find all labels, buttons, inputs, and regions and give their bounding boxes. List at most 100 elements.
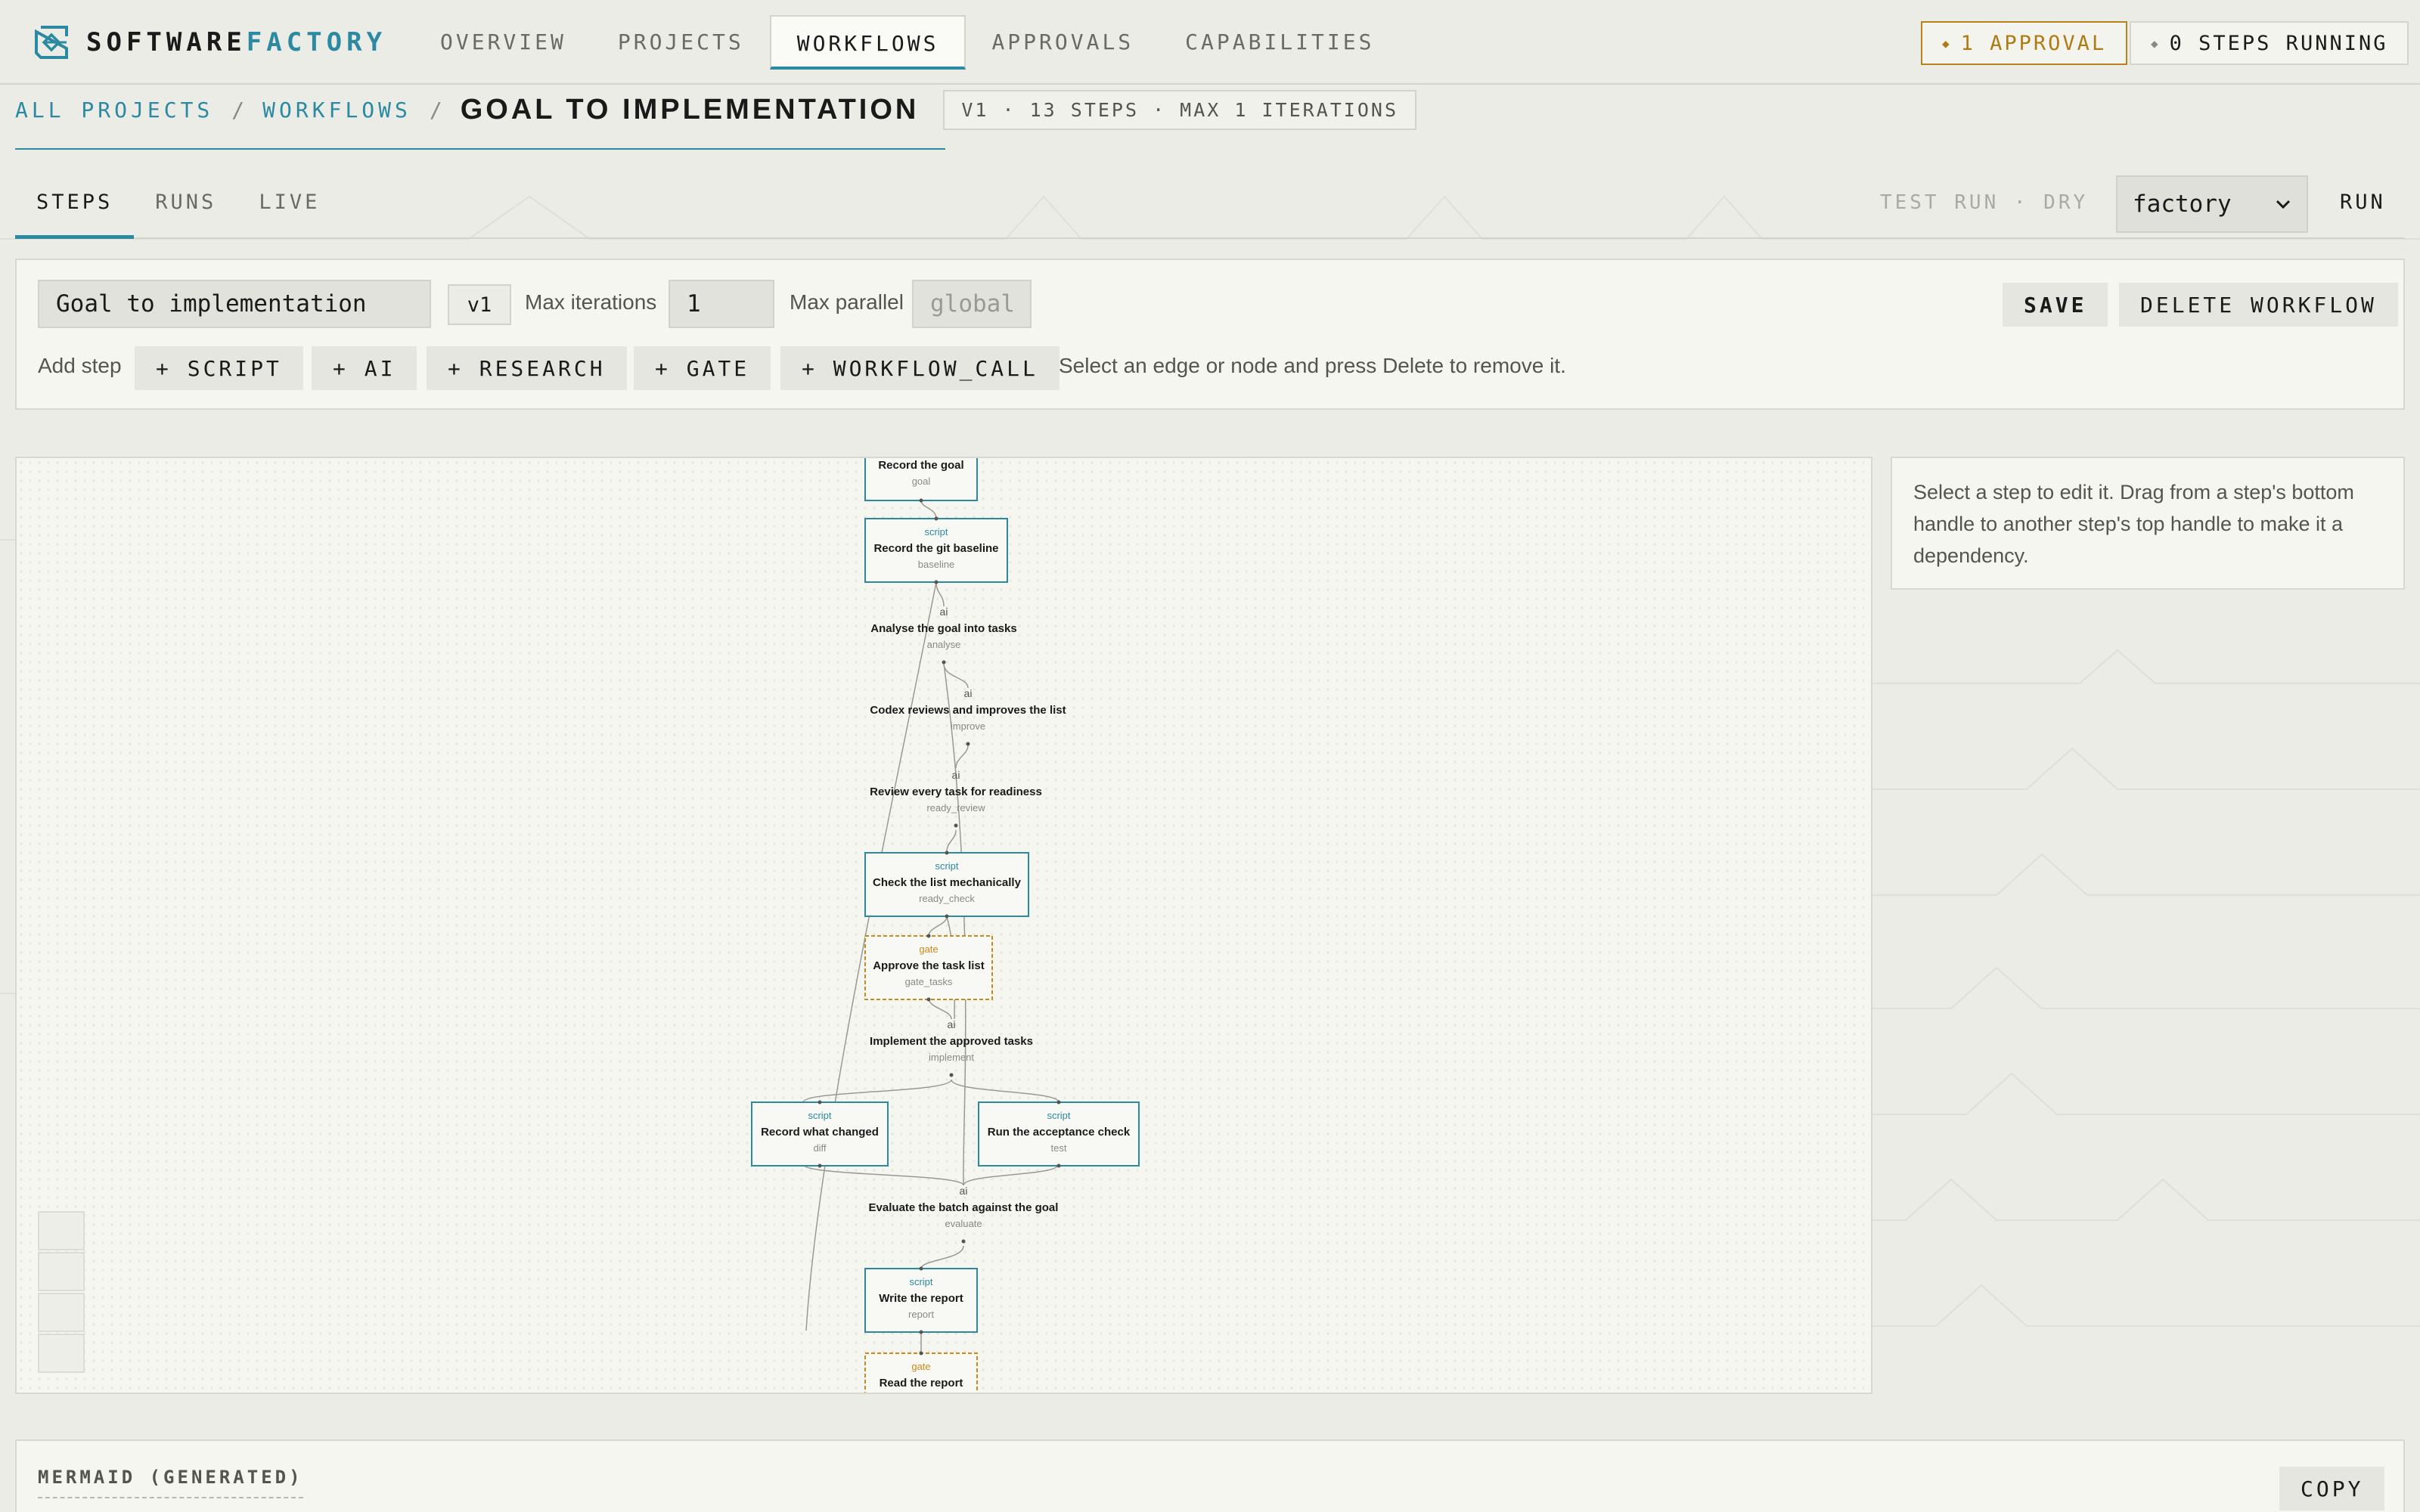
tab-runs[interactable]: RUNS <box>134 178 237 239</box>
mermaid-title: MERMAID (GENERATED) <box>38 1467 303 1498</box>
nav-approvals[interactable]: APPROVALS <box>966 15 1159 70</box>
test-run-dry-button[interactable]: TEST RUN · DRY <box>1880 178 2088 227</box>
main-nav: OVERVIEW PROJECTS WORKFLOWS APPROVALS CA… <box>414 15 1400 70</box>
node-id: implement <box>929 1052 974 1063</box>
node-handle[interactable] <box>934 516 939 521</box>
add-script-button[interactable]: + SCRIPT <box>135 346 303 390</box>
node-handle[interactable] <box>966 742 970 746</box>
node-id: gate_tasks <box>905 976 953 987</box>
nav-capabilities[interactable]: CAPABILITIES <box>1159 15 1400 70</box>
delete-workflow-button[interactable]: DELETE WORKFLOW <box>2119 283 2398 327</box>
node-handle[interactable] <box>919 1351 923 1356</box>
nav-workflows[interactable]: WORKFLOWS <box>769 15 966 70</box>
node-title: Evaluate the batch against the goal <box>869 1201 1059 1214</box>
max-iterations-input[interactable]: 1 <box>669 280 774 328</box>
node-handle[interactable] <box>945 914 949 919</box>
zoom-in-button[interactable] <box>38 1211 85 1250</box>
node-kind: gate <box>911 1361 930 1372</box>
node-kind: script <box>909 1276 932 1287</box>
node-kind: ai <box>948 1018 956 1030</box>
steps-running-pill[interactable]: ◆ 0 STEPS RUNNING <box>2130 21 2409 65</box>
node-title: Read the report <box>880 1377 963 1390</box>
node-id: ready_check <box>919 893 975 904</box>
node-id: goal <box>912 476 931 487</box>
node-title: Record the git baseline <box>873 542 998 555</box>
breadcrumb-separator: / <box>231 97 245 122</box>
node-handle[interactable] <box>954 823 958 828</box>
node-handle[interactable] <box>919 498 923 503</box>
breadcrumb-all-projects[interactable]: ALL PROJECTS <box>15 98 213 122</box>
add-ai-button[interactable]: + AI <box>312 346 417 390</box>
node-handle[interactable] <box>818 1100 822 1105</box>
node-handle[interactable] <box>919 1266 923 1271</box>
save-button[interactable]: SAVE <box>2003 283 2108 327</box>
node-title: Implement the approved tasks <box>870 1035 1033 1048</box>
graph-node-analyse[interactable]: ai Analyse the goal into tasks analyse <box>870 606 1017 665</box>
breadcrumb-separator: / <box>429 97 442 122</box>
graph-node-implement[interactable]: ai Implement the approved tasks implement <box>870 1018 1033 1077</box>
approvals-pill[interactable]: ◆ 1 APPROVAL <box>1921 21 2128 65</box>
node-title: Check the list mechanically <box>873 876 1022 889</box>
node-handle[interactable] <box>945 850 949 855</box>
breadcrumb-workflows[interactable]: WORKFLOWS <box>262 98 411 122</box>
node-kind: ai <box>952 769 960 781</box>
graph-nodes: Record the goal goal script Record the git … <box>751 458 1140 1395</box>
node-kind: ai <box>960 1185 968 1197</box>
add-gate-button[interactable]: + GATE <box>634 346 771 390</box>
node-handle[interactable] <box>949 1073 954 1077</box>
graph-node-goal[interactable]: Record the goal goal <box>864 458 978 503</box>
node-kind: ai <box>964 687 973 699</box>
brand-name: SOFTWAREFACTORY <box>86 27 386 57</box>
editor-hint: Select an edge or node and press Delete … <box>1059 354 1566 377</box>
graph-node-gate_tasks[interactable]: gate Approve the task list gate_tasks <box>864 934 993 1002</box>
add-step-label: Add step <box>38 354 122 377</box>
node-title: Analyse the goal into tasks <box>870 622 1016 635</box>
zoom-out-button[interactable] <box>38 1252 85 1291</box>
workflow-graph-canvas[interactable]: Record the goal goal script Record the git … <box>15 457 1872 1394</box>
node-id: evaluate <box>945 1218 982 1229</box>
node-id: diff <box>813 1142 826 1154</box>
node-handle[interactable] <box>934 580 939 584</box>
graph-node-evaluate[interactable]: ai Evaluate the batch against the goal eva… <box>869 1185 1059 1244</box>
run-button[interactable]: RUN <box>2323 178 2403 227</box>
nav-projects[interactable]: PROJECTS <box>592 15 770 70</box>
node-handle[interactable] <box>942 660 946 665</box>
factory-logo-icon <box>35 26 68 59</box>
graph-node-improve[interactable]: ai Codex reviews and improves the list imp… <box>870 687 1066 746</box>
add-research-button[interactable]: + RESEARCH <box>427 346 627 390</box>
graph-node-report[interactable]: script Write the report report <box>864 1266 978 1334</box>
node-handle[interactable] <box>818 1163 822 1168</box>
node-handle[interactable] <box>919 1330 923 1334</box>
graph-node-diff[interactable]: script Record what changed diff <box>751 1100 889 1168</box>
copy-button[interactable]: COPY <box>2279 1467 2385 1510</box>
chevron-down-icon <box>2276 200 2291 209</box>
node-title: Record the goal <box>878 459 963 472</box>
node-handle[interactable] <box>961 1239 966 1244</box>
brand[interactable]: SOFTWAREFACTORY <box>33 23 386 62</box>
graph-node-ready_review[interactable]: ai Review every task for readiness ready_r… <box>870 769 1042 828</box>
node-title: Review every task for readiness <box>870 785 1042 798</box>
node-handle[interactable] <box>926 934 931 938</box>
environment-select[interactable]: factory <box>2116 175 2308 233</box>
node-title: Codex reviews and improves the list <box>870 704 1066 717</box>
max-parallel-input[interactable]: global <box>912 280 1032 328</box>
tab-live[interactable]: LIVE <box>237 178 341 239</box>
node-kind: ai <box>940 606 948 618</box>
graph-node-ready_check[interactable]: script Check the list mechanically ready_c… <box>864 850 1029 919</box>
node-handle[interactable] <box>1056 1163 1061 1168</box>
add-workflow-call-button[interactable]: + WORKFLOW_CALL <box>780 346 1060 390</box>
workflow-name-input[interactable]: Goal to implementation <box>38 280 431 328</box>
graph-node-baseline[interactable]: script Record the git baseline baseline <box>864 516 1008 584</box>
nav-overview[interactable]: OVERVIEW <box>414 15 592 70</box>
tab-steps[interactable]: STEPS <box>15 178 135 239</box>
lock-graph-button[interactable] <box>38 1334 85 1373</box>
step-editor-panel: Select a step to edit it. Drag from a st… <box>1891 457 2405 590</box>
node-handle[interactable] <box>1056 1100 1061 1105</box>
graph-node-read-report[interactable]: gate Read the report <box>864 1351 978 1395</box>
node-handle[interactable] <box>926 997 931 1002</box>
max-iterations-label: Max iterations <box>525 290 657 314</box>
fit-view-button[interactable] <box>38 1293 85 1332</box>
node-kind: script <box>924 526 948 538</box>
breadcrumb-divider <box>15 148 945 150</box>
graph-node-test[interactable]: script Run the acceptance check test <box>978 1100 1140 1168</box>
